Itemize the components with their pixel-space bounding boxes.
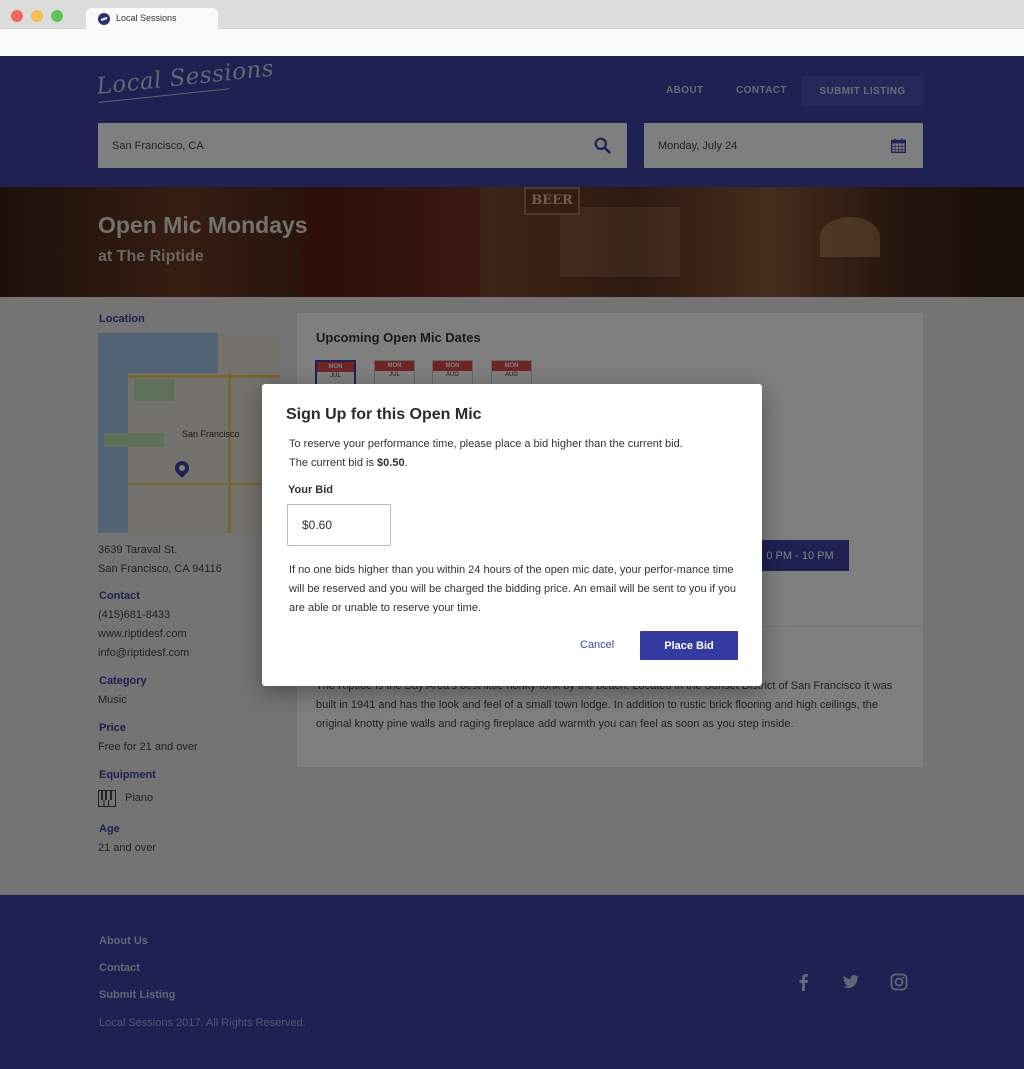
current-bid-value: $0.50	[377, 457, 405, 469]
place-bid-button[interactable]: Place Bid	[640, 631, 738, 660]
bid-terms-note: If no one bids higher than you within 24…	[289, 564, 736, 614]
browser-chrome: Local Sessions	[0, 0, 1024, 56]
bid-amount-input[interactable]	[287, 504, 391, 546]
current-bid-prefix: The current bid is	[289, 457, 378, 469]
current-bid-line: The current bid is $0.50.	[289, 454, 408, 473]
maximize-window-button[interactable]	[51, 10, 63, 22]
tab-strip: Local Sessions	[0, 0, 1024, 30]
cancel-button[interactable]: Cancel	[580, 639, 614, 651]
modal-title: Sign Up for this Open Mic	[286, 406, 482, 423]
current-bid-suffix: .	[404, 457, 408, 469]
tab-title: Local Sessions	[116, 13, 177, 23]
bid-modal: Sign Up for this Open Mic To reserve you…	[262, 384, 762, 686]
browser-tab[interactable]: Local Sessions	[86, 8, 218, 30]
bid-label: Your Bid	[288, 484, 334, 496]
modal-intro: To reserve your performance time, please…	[289, 438, 683, 450]
close-window-button[interactable]	[11, 10, 23, 22]
local-sessions-logo-icon	[98, 13, 110, 25]
minimize-window-button[interactable]	[31, 10, 43, 22]
